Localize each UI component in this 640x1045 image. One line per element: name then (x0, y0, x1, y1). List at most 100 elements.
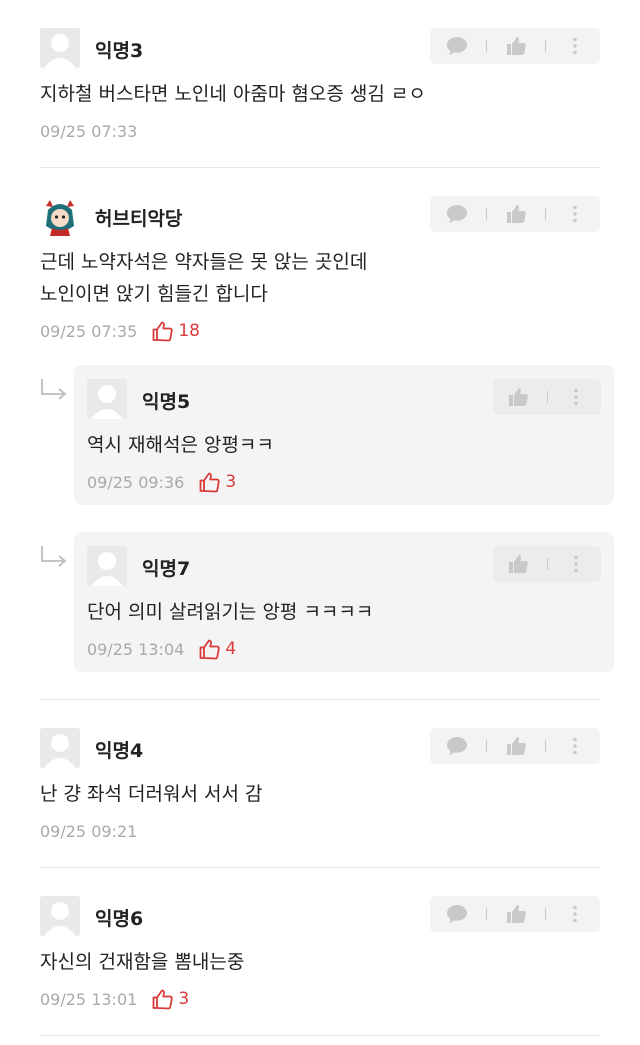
comment-header: 허브티악당 (40, 196, 600, 236)
comment: 익명6 자신의 건재함을 뽐내는중 09/25 13:01 3 (40, 896, 600, 1010)
reply-text: 역시 재해석은 앙평ㅋㅋ (87, 434, 274, 456)
divider-line (547, 391, 548, 403)
reply-button[interactable] (446, 735, 468, 757)
comment-header: 익명6 (40, 896, 600, 936)
comment-actions (430, 896, 600, 932)
thumbs-up-icon (507, 205, 526, 223)
avatar (87, 379, 127, 419)
more-button[interactable] (566, 386, 587, 408)
reply-meta: 09/25 13:04 4 (87, 638, 601, 660)
more-vertical-icon (574, 555, 579, 573)
reply-button[interactable] (446, 203, 468, 225)
thumbs-up-outline-icon (152, 989, 174, 1010)
thumbs-up-outline-icon (199, 472, 221, 493)
divider-line (545, 40, 546, 52)
divider-line (486, 40, 487, 52)
author-name: 익명5 (142, 391, 191, 413)
more-button[interactable] (564, 35, 586, 57)
avatar (40, 196, 80, 236)
timestamp: 09/25 09:21 (40, 821, 138, 841)
more-vertical-icon (573, 37, 577, 55)
like-count: 3 (198, 471, 236, 493)
comment-text: 지하철 버스타면 노인네 아줌마 혐오증 생김 ㄹㅇ (40, 83, 426, 105)
comment-meta: 09/25 07:35 18 (40, 320, 600, 342)
more-button[interactable] (566, 553, 587, 575)
thumbs-up-icon (509, 388, 528, 406)
divider (40, 167, 600, 168)
speech-bubble-icon (447, 37, 467, 55)
avatar (40, 28, 80, 68)
comment-header: 익명4 (40, 728, 600, 768)
avatar (87, 546, 127, 586)
reply-button[interactable] (446, 903, 468, 925)
comment-text: 자신의 건재함을 뽐내는중 (40, 951, 245, 973)
more-button[interactable] (564, 903, 586, 925)
comment: 익명3 지하철 버스타면 노인네 아줌마 혐오증 생김 ㄹㅇ 09/25 07:… (40, 28, 600, 142)
more-vertical-icon (573, 205, 577, 223)
like-count-value: 4 (225, 639, 237, 659)
comment-text: 근데 노약자석은 약자들은 못 앉는 곳인데 노인이면 앉기 힘들긴 합니다 (40, 251, 368, 305)
more-button[interactable] (564, 735, 586, 757)
like-count-value: 3 (225, 472, 237, 492)
speech-bubble-icon (447, 205, 467, 223)
author-name: 익명4 (95, 740, 144, 762)
speech-bubble-icon (447, 737, 467, 755)
like-button[interactable] (507, 386, 529, 408)
comment-text: 난 걍 좌석 더러워서 서서 감 (40, 783, 263, 805)
divider (40, 699, 600, 700)
more-button[interactable] (564, 203, 586, 225)
divider (40, 1035, 600, 1036)
reply-arrow-icon (41, 546, 67, 567)
like-button[interactable] (505, 203, 527, 225)
avatar (40, 728, 80, 768)
reply-meta: 09/25 09:36 3 (87, 471, 601, 493)
timestamp: 09/25 07:33 (40, 121, 138, 141)
comment-meta: 09/25 09:21 (40, 820, 600, 842)
divider-line (486, 740, 487, 752)
more-vertical-icon (573, 905, 577, 923)
speech-bubble-icon (447, 905, 467, 923)
divider-line (547, 558, 548, 570)
divider-line (486, 208, 487, 220)
reply-button[interactable] (446, 35, 468, 57)
like-count: 18 (151, 320, 200, 342)
reply-card: 익명7 단어 의미 살려읽기는 앙평 ㅋㅋㅋㅋ 09/25 13:04 4 (74, 532, 614, 672)
reply-text: 단어 의미 살려읽기는 앙평 ㅋㅋㅋㅋ (87, 601, 374, 623)
like-count: 4 (198, 638, 236, 660)
reply-actions (493, 546, 601, 582)
avatar (40, 896, 80, 936)
comment-meta: 09/25 13:01 3 (40, 988, 600, 1010)
reply-card: 익명5 역시 재해석은 앙평ㅋㅋ 09/25 09:36 3 (74, 365, 614, 505)
thumbs-up-icon (509, 555, 528, 573)
author-name: 익명6 (95, 908, 144, 930)
like-count-value: 18 (178, 321, 200, 341)
comment-actions (430, 28, 600, 64)
author-name: 허브티악당 (95, 208, 183, 230)
divider-line (545, 740, 546, 752)
author-name: 익명7 (142, 558, 191, 580)
reply-actions (493, 379, 601, 415)
like-button[interactable] (505, 735, 527, 757)
like-button[interactable] (505, 35, 527, 57)
author-name: 익명3 (95, 40, 144, 62)
comment-meta: 09/25 07:33 (40, 120, 600, 142)
more-vertical-icon (574, 388, 579, 406)
divider (40, 867, 600, 868)
timestamp: 09/25 07:35 (40, 321, 138, 341)
comment-header: 익명3 (40, 28, 600, 68)
like-count-value: 3 (178, 989, 190, 1009)
divider-line (545, 208, 546, 220)
comment-actions (430, 728, 600, 764)
thumbs-up-outline-icon (199, 639, 221, 660)
timestamp: 09/25 09:36 (87, 472, 185, 492)
comment: 익명4 난 걍 좌석 더러워서 서서 감 09/25 09:21 (40, 728, 600, 842)
thumbs-up-icon (507, 905, 526, 923)
thumbs-up-icon (507, 37, 526, 55)
reply-header: 익명5 (87, 379, 601, 419)
like-button[interactable] (505, 903, 527, 925)
reply-arrow-icon (41, 379, 67, 400)
comment: 허브티악당 근데 노약자석은 약자들은 못 앉는 곳인데 노인이면 앉기 힘들긴… (40, 196, 600, 342)
like-button[interactable] (507, 553, 529, 575)
thumbs-up-icon (507, 737, 526, 755)
like-count: 3 (151, 988, 189, 1010)
